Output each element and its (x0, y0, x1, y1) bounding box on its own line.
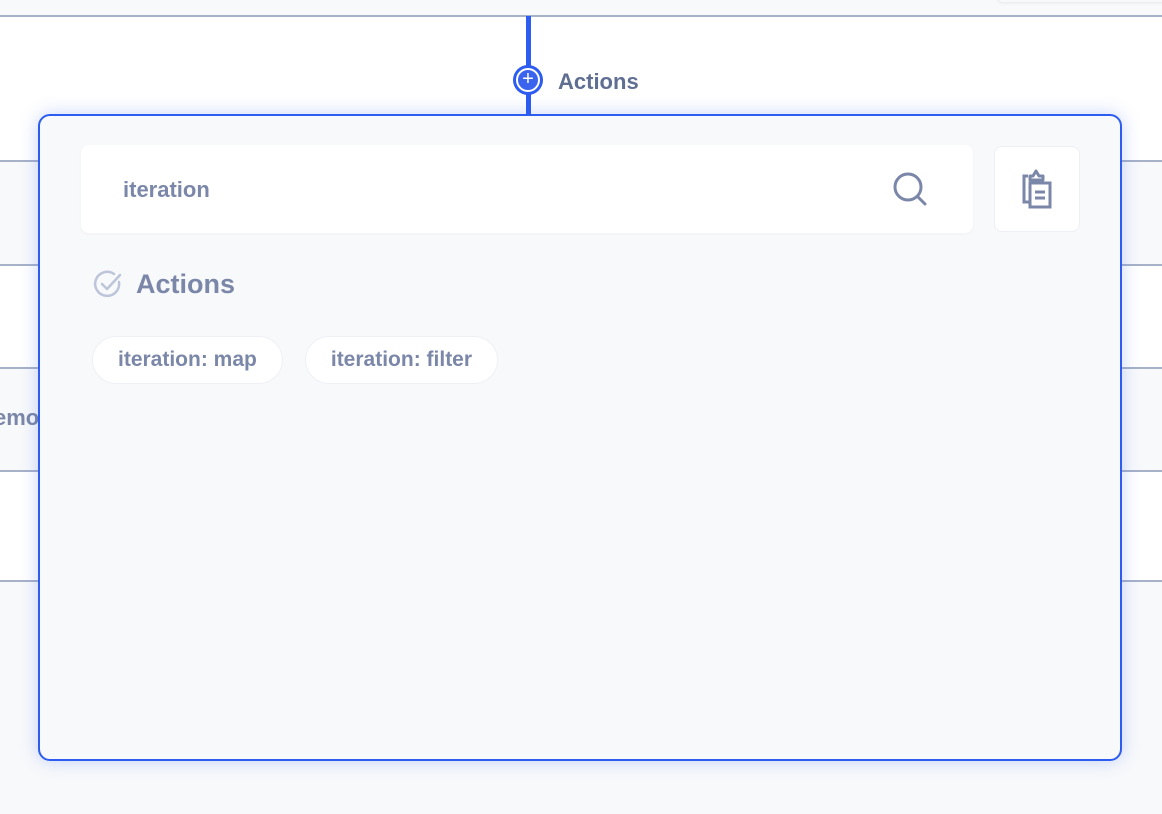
background-card (997, 0, 1162, 2)
check-circle-icon (93, 270, 122, 298)
action-chip-iteration-filter[interactable]: iteration: filter (304, 336, 499, 384)
search-box (81, 145, 973, 235)
add-step-label: Actions (558, 69, 639, 94)
paste-button[interactable] (994, 146, 1080, 232)
action-picker-popover: Actions iteration: map iteration: filter (38, 114, 1122, 761)
search-input[interactable] (121, 145, 885, 235)
clipboard-icon (1022, 169, 1052, 209)
action-chip-iteration-map[interactable]: iteration: map (92, 336, 283, 384)
section-header: Actions (92, 268, 235, 300)
background-header (0, 0, 1162, 16)
section-title: Actions (136, 268, 236, 299)
background-step-label: emo (0, 405, 40, 430)
search-icon[interactable] (891, 170, 931, 210)
add-step-button[interactable]: + (513, 65, 543, 95)
action-list: iteration: map iteration: filter (92, 336, 499, 384)
plus-circle-icon: + (516, 68, 540, 92)
divider (0, 15, 1162, 17)
